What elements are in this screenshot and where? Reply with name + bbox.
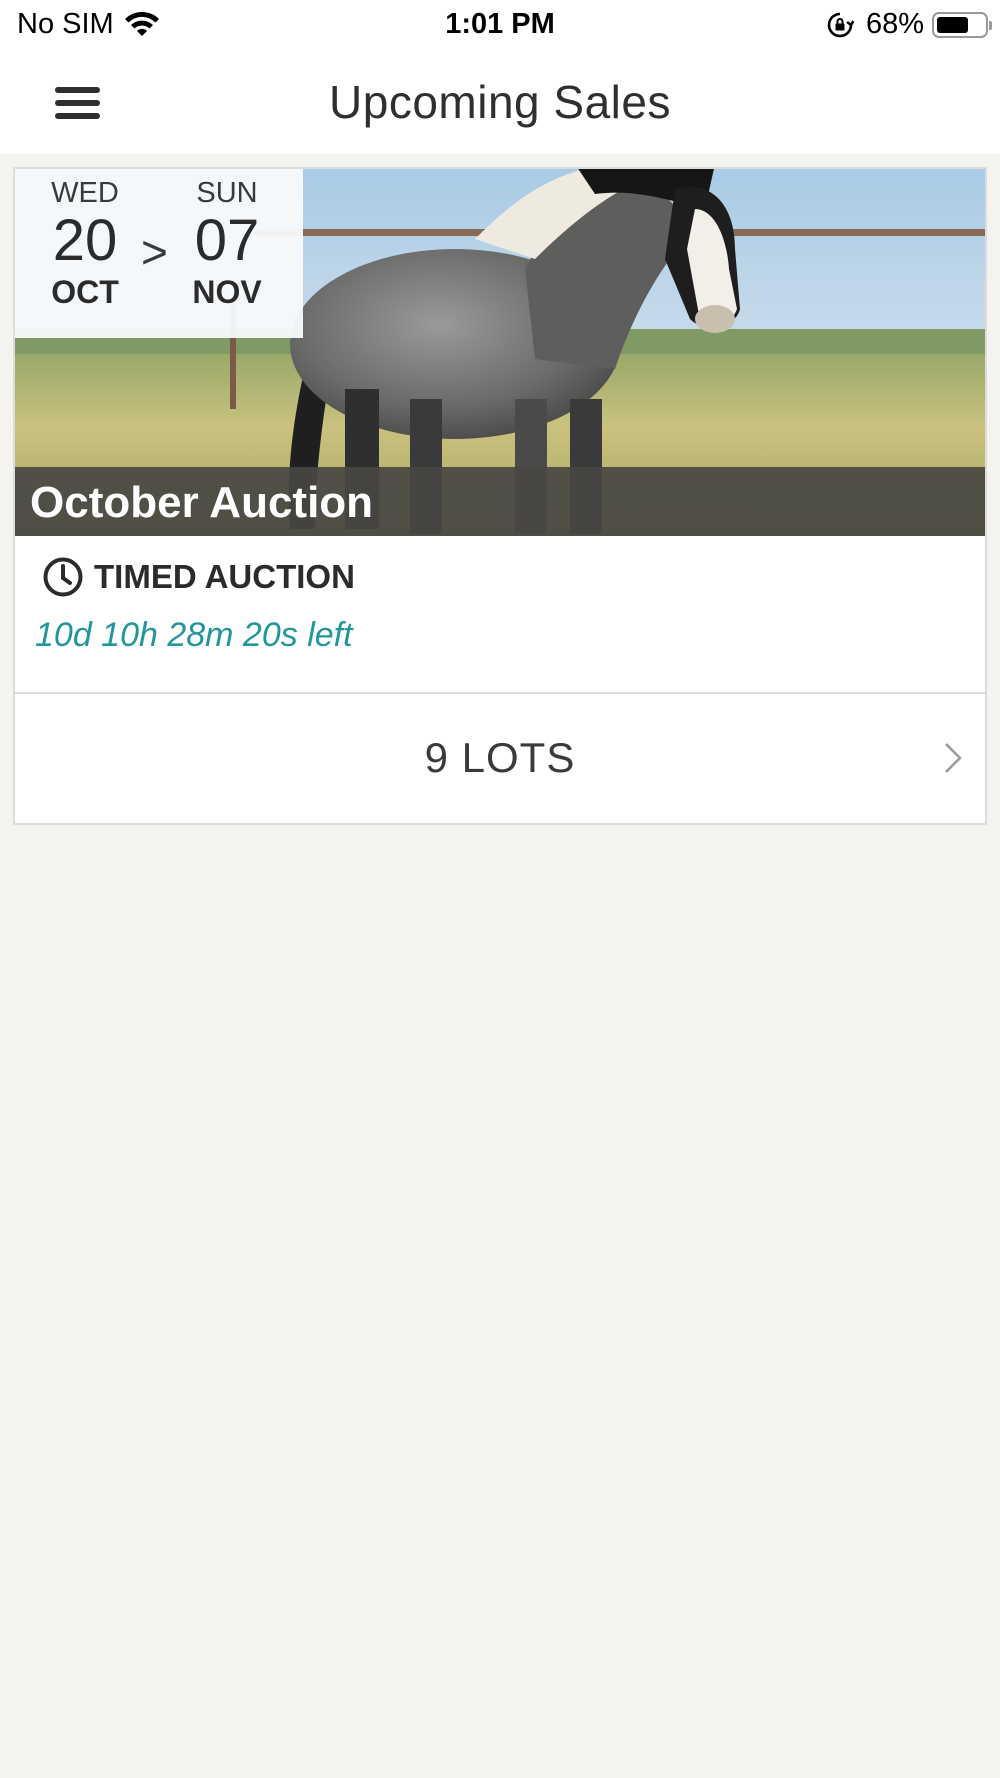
start-weekday: WED — [51, 177, 119, 209]
clock-icon — [43, 557, 83, 597]
end-month: NOV — [192, 274, 262, 310]
battery-fill — [937, 16, 969, 33]
start-day: 20 — [52, 208, 118, 273]
auction-info: TIMED AUCTION 10d 10h 28m 20s left — [15, 536, 985, 694]
start-date: WED 20 OCT — [15, 177, 155, 311]
lots-button[interactable]: 9 LOTS — [15, 694, 985, 823]
auction-type-label: TIMED AUCTION — [94, 558, 355, 595]
lots-count: 9 LOTS — [424, 734, 576, 781]
nav-bar: Upcoming Sales — [0, 52, 1000, 154]
start-month: OCT — [51, 274, 119, 310]
sale-title: October Auction — [30, 478, 374, 527]
sale-hero-image[interactable]: WED 20 OCT > SUN 07 NOV October Auction — [15, 169, 985, 536]
chevron-right-icon — [945, 743, 962, 773]
orientation-lock-icon — [827, 12, 854, 37]
countdown-timer: 10d 10h 28m 20s left — [35, 616, 353, 654]
sale-title-band: October Auction — [15, 467, 985, 536]
end-day: 07 — [194, 208, 260, 273]
status-right: 68% — [826, 8, 992, 41]
auction-type: TIMED AUCTION — [42, 556, 355, 598]
end-date: SUN 07 NOV — [157, 177, 297, 311]
end-weekday: SUN — [196, 177, 258, 209]
date-range-box: WED 20 OCT > SUN 07 NOV — [15, 169, 303, 338]
battery-icon — [932, 11, 992, 38]
page-title: Upcoming Sales — [329, 76, 671, 128]
status-bar: No SIM 1:01 PM 68% — [0, 0, 1000, 52]
battery-percent: 68% — [865, 8, 924, 40]
sale-card[interactable]: WED 20 OCT > SUN 07 NOV October Auction … — [13, 167, 987, 825]
